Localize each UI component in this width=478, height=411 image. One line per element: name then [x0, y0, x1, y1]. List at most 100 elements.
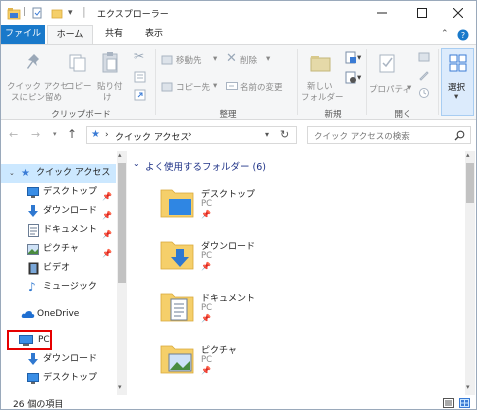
delete-button[interactable]: ✕ 削除 ▾ — [226, 51, 286, 68]
new-item-icon[interactable] — [345, 51, 357, 65]
nav-item-onedrive[interactable]: OneDrive — [1, 305, 116, 324]
cut-icon[interactable]: ✂ — [134, 49, 144, 63]
section-collapse-icon[interactable]: ⌄ — [133, 159, 140, 168]
new-folder-icon — [310, 56, 331, 72]
search-icon[interactable] — [454, 130, 465, 141]
paste-button[interactable]: 貼り付 け — [95, 47, 125, 105]
minimize-icon — [377, 12, 387, 14]
open-icon[interactable] — [418, 51, 430, 63]
music-icon: ♪ — [28, 280, 36, 294]
refresh-icon[interactable]: ↻ — [280, 128, 289, 141]
search-placeholder: クイック アクセスの検索 — [314, 132, 410, 142]
nav-label: ミュージック — [43, 282, 97, 292]
scroll-down-icon[interactable]: ▾ — [466, 383, 470, 391]
properties-qat-icon[interactable] — [31, 7, 43, 19]
nav-item-pc-downloads[interactable]: ダウンロード — [1, 350, 116, 369]
help-icon[interactable]: ? — [457, 29, 469, 41]
rename-button[interactable]: 名前の変更 — [226, 79, 298, 95]
up-arrow-icon[interactable]: ↑ — [67, 127, 77, 141]
nav-pane-scrollbar[interactable]: ▴ ▾ — [117, 151, 127, 395]
back-arrow-icon[interactable]: ← — [9, 128, 18, 141]
pin-label-line2: スにピン留め — [11, 93, 63, 103]
address-dropdown-icon[interactable]: ▾ — [265, 130, 269, 139]
folder-item-documents[interactable]: ドキュメント PC 📌 — [159, 289, 459, 339]
properties-icon — [379, 54, 395, 73]
folder-item-desktop[interactable]: デスクトップ PC 📌 — [159, 185, 459, 235]
copy-button[interactable]: コピー — [64, 47, 92, 105]
scroll-down-icon[interactable]: ▾ — [118, 383, 122, 391]
tab-file[interactable]: ファイル — [1, 25, 45, 44]
address-separator: › — [188, 130, 192, 140]
paste-shortcut-icon[interactable] — [134, 89, 146, 101]
nav-item-desktop[interactable]: デスクトップ 📌 — [1, 183, 116, 202]
downloads-folder-icon — [160, 241, 194, 270]
navigation-pane: ⌄ ★ クイック アクセス デスクトップ 📌 ダウンロード 📌 ドキュメント 📌… — [1, 151, 128, 395]
move-to-label: 移動先 — [176, 56, 202, 66]
maximize-button[interactable] — [403, 1, 441, 25]
nav-item-music[interactable]: ♪ ミュージック — [1, 278, 116, 297]
navigation-bar: ← → ▾ ↑ ★ › クイック アクセス › ▾ ↻ クイック アクセスの検索 — [1, 121, 476, 149]
address-path[interactable]: クイック アクセス — [115, 130, 189, 143]
minimize-button[interactable] — [363, 1, 401, 25]
nav-label: ダウンロード — [43, 354, 98, 364]
large-icons-view-icon[interactable] — [459, 398, 470, 408]
details-view-icon[interactable] — [443, 398, 454, 408]
tab-share[interactable]: 共有 — [95, 25, 133, 44]
ribbon-collapse-icon[interactable]: ⌃ — [441, 29, 449, 39]
nav-item-documents[interactable]: ドキュメント 📌 — [1, 221, 116, 240]
copy-to-button[interactable]: コピー先 ▾ — [161, 79, 223, 95]
star-icon: ★ — [21, 168, 30, 179]
tab-home[interactable]: ホーム — [47, 25, 93, 44]
forward-arrow-icon[interactable]: → — [31, 128, 40, 141]
folder-item-pictures[interactable]: ピクチャ PC 📌 — [159, 341, 459, 391]
status-bar: 26 個の項目 — [1, 395, 476, 409]
pin-to-quick-access-button[interactable]: クイック アクセ スにピン留め — [5, 47, 69, 105]
nav-item-quick-access[interactable]: ⌄ ★ クイック アクセス — [1, 164, 116, 183]
scroll-thumb[interactable] — [118, 163, 126, 283]
nav-label: デスクトップ — [43, 373, 98, 383]
nav-item-downloads[interactable]: ダウンロード 📌 — [1, 202, 116, 221]
scroll-thumb[interactable] — [466, 163, 474, 203]
clipboard-small-buttons: ✂ — [131, 49, 151, 105]
tab-view[interactable]: 表示 — [135, 25, 173, 44]
desktop-icon — [27, 187, 39, 198]
close-button[interactable] — [439, 1, 476, 25]
scroll-up-icon[interactable]: ▴ — [118, 151, 122, 159]
edit-icon[interactable] — [418, 69, 430, 81]
nav-item-pictures[interactable]: ピクチャ 📌 — [1, 240, 116, 259]
qat-dropdown-icon[interactable]: ▾ — [68, 8, 73, 18]
nav-item-pc-desktop[interactable]: デスクトップ — [1, 369, 116, 388]
folder-location: PC — [201, 355, 213, 365]
new-folder-button[interactable]: 新しい フォルダー — [301, 47, 344, 105]
copy-path-icon[interactable] — [134, 71, 146, 83]
content-scrollbar[interactable]: ▴ ▾ — [465, 151, 475, 395]
new-folder-qat-icon[interactable] — [51, 7, 63, 19]
folder-item-downloads[interactable]: ダウンロード PC 📌 — [159, 237, 459, 287]
easy-access-icon[interactable] — [345, 71, 357, 85]
nav-label: ピクチャ — [43, 244, 79, 254]
nav-item-videos[interactable]: ビデオ — [1, 259, 116, 278]
delete-icon: ✕ — [226, 51, 237, 66]
expand-icon[interactable]: ⌄ — [9, 164, 15, 183]
section-header[interactable]: よく使用するフォルダー (6) — [145, 159, 266, 173]
ribbon-tabs: ファイル ホーム 共有 表示 ⌃ ? — [1, 25, 476, 44]
new-item-dropdown-icon[interactable]: ▾ — [357, 53, 361, 63]
recent-locations-icon[interactable]: ▾ — [53, 130, 57, 138]
history-icon[interactable] — [418, 87, 430, 99]
select-button[interactable]: 選択 ▾ — [441, 48, 474, 116]
move-to-button[interactable]: 移動先 ▾ — [161, 52, 223, 68]
group-separator — [297, 49, 298, 115]
desktop-folder-icon — [160, 189, 194, 218]
address-bar[interactable]: ★ › クイック アクセス › ▾ ↻ — [86, 126, 297, 144]
scroll-up-icon[interactable]: ▴ — [466, 151, 470, 159]
video-icon — [28, 262, 39, 275]
document-icon — [28, 224, 39, 237]
clipboard-group-label: クリップボード — [51, 110, 111, 120]
easy-access-dropdown-icon[interactable]: ▾ — [357, 73, 361, 83]
new-item-buttons: ▾ ▾ — [343, 49, 363, 89]
properties-dropdown-icon: ▾ — [407, 83, 412, 93]
search-box[interactable]: クイック アクセスの検索 — [307, 126, 471, 144]
new-folder-label-line2: フォルダー — [301, 93, 344, 103]
quick-access-star-icon: ★ — [91, 129, 100, 140]
properties-button[interactable]: プロパティ ▾ — [369, 47, 415, 105]
